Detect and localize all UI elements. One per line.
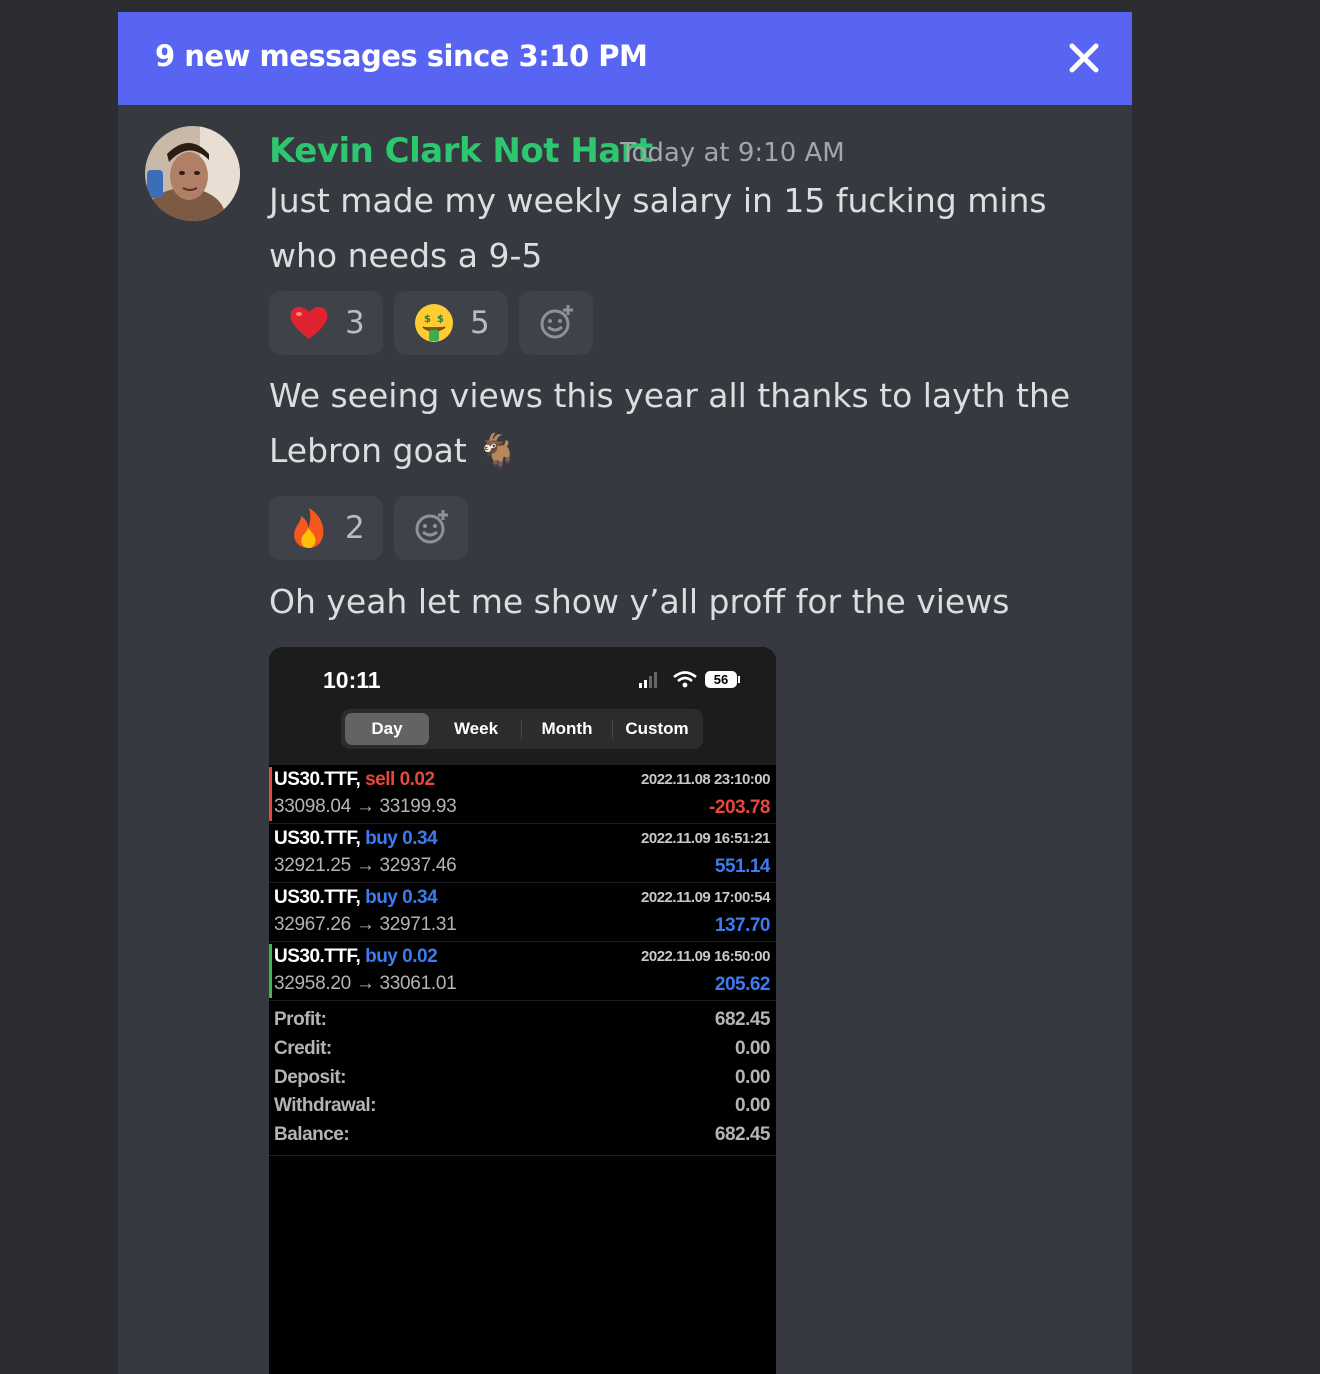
period-segmented-control: Day Week Month Custom	[341, 709, 703, 749]
summary-label: Deposit:	[274, 1067, 347, 1088]
message-text-2: We seeing views this year all thanks to …	[269, 376, 1071, 470]
trade-symbol: US30.TTF,	[274, 769, 361, 790]
summary-value: 682.45	[714, 1124, 771, 1145]
reaction-money-mouth[interactable]: $ $ 5	[394, 291, 508, 355]
tab-day[interactable]: Day	[345, 713, 429, 745]
phone-header: 10:11 56 Day Week Month Custom	[269, 647, 776, 765]
segment-divider	[521, 719, 522, 739]
summary-label: Withdrawal:	[274, 1095, 377, 1116]
trade-symbol-line: US30.TTF, buy 0.02	[274, 946, 438, 968]
tab-custom[interactable]: Custom	[613, 713, 701, 745]
summary-row-credit: Credit: 0.00	[269, 1038, 776, 1066]
summary-value: 0.00	[735, 1038, 770, 1059]
trade-row[interactable]: US30.TTF, buy 0.34 32921.25 → 32937.46 2…	[269, 824, 776, 883]
summary-divider	[269, 1155, 776, 1156]
summary-row-balance: Balance: 682.45	[269, 1124, 776, 1152]
summary-row-deposit: Deposit: 0.00	[269, 1067, 776, 1095]
attachment-image[interactable]: 10:11 56 Day Week Month Custom US30.TTF,…	[269, 647, 776, 1374]
svg-text:$: $	[424, 314, 431, 325]
trade-prices: 32958.20 → 33061.01	[274, 973, 457, 994]
summary-value: 682.45	[714, 1009, 771, 1030]
tab-month[interactable]: Month	[523, 713, 611, 745]
chat-panel: 9 new messages since 3:10 PM Kevin Clark…	[118, 12, 1132, 1374]
phone-status-icons: 56	[637, 669, 747, 696]
trade-result: -203.78	[709, 797, 770, 818]
new-messages-text: 9 new messages since 3:10 PM	[155, 39, 648, 73]
trade-symbol-line: US30.TTF, sell 0.02	[274, 769, 435, 791]
trade-symbol: US30.TTF,	[274, 828, 361, 849]
wifi-icon	[673, 671, 697, 688]
add-reaction-button[interactable]	[519, 291, 593, 355]
trade-row[interactable]: US30.TTF, sell 0.02 33098.04 → 33199.93 …	[269, 765, 776, 824]
battery-level: 56	[714, 672, 728, 687]
tab-week[interactable]: Week	[433, 713, 519, 745]
trade-indicator-bar	[269, 944, 272, 998]
trade-prices: 32967.26 → 32971.31	[274, 914, 457, 935]
add-reaction-icon	[415, 510, 448, 544]
message-timestamp: Today at 9:10 AM	[620, 138, 845, 168]
svg-text:$: $	[437, 314, 444, 325]
new-messages-banner[interactable]: 9 new messages since 3:10 PM	[118, 12, 1132, 105]
trade-symbol-line: US30.TTF, buy 0.34	[274, 887, 438, 909]
summary-row-withdrawal: Withdrawal: 0.00	[269, 1095, 776, 1123]
reaction-count: 2	[345, 510, 365, 546]
summary-row-profit: Profit: 682.45	[269, 1009, 776, 1037]
summary-label: Profit:	[274, 1009, 327, 1030]
trade-indicator-bar	[269, 767, 272, 821]
trade-date: 2022.11.09 17:00:54	[641, 889, 770, 906]
reaction-count: 5	[470, 305, 490, 341]
trade-side: buy 0.34	[365, 887, 438, 908]
trade-side: buy 0.34	[365, 828, 438, 849]
close-icon[interactable]	[1064, 38, 1104, 78]
trade-symbol: US30.TTF,	[274, 887, 361, 908]
message-text-1: Just made my weekly salary in 15 fucking…	[269, 181, 1047, 275]
trade-date: 2022.11.08 23:10:00	[641, 771, 770, 788]
reaction-heart[interactable]: 3	[269, 291, 383, 355]
trade-row[interactable]: US30.TTF, buy 0.34 32967.26 → 32971.31 2…	[269, 883, 776, 942]
add-reaction-icon	[540, 305, 573, 339]
add-reaction-button[interactable]	[394, 496, 468, 560]
trade-result: 551.14	[714, 856, 771, 877]
trade-side: sell 0.02	[365, 769, 435, 790]
trade-result: 205.62	[714, 974, 771, 995]
heart-icon	[290, 306, 328, 339]
trade-date: 2022.11.09 16:51:21	[641, 830, 770, 847]
phone-clock: 10:11	[323, 667, 381, 693]
trade-symbol-line: US30.TTF, buy 0.34	[274, 828, 438, 850]
reaction-fire[interactable]: 2	[269, 496, 383, 560]
summary-value: 0.00	[735, 1095, 770, 1116]
author-name[interactable]: Kevin Clark Not Hart	[269, 131, 653, 171]
trade-prices: 32921.25 → 32937.46	[274, 855, 457, 876]
summary-label: Credit:	[274, 1038, 332, 1059]
trade-symbol: US30.TTF,	[274, 946, 361, 967]
trade-prices: 33098.04 → 33199.93	[274, 796, 457, 817]
summary-value: 0.00	[735, 1067, 770, 1088]
trade-side: buy 0.02	[365, 946, 438, 967]
summary-label: Balance:	[274, 1124, 350, 1145]
avatar[interactable]	[145, 126, 240, 221]
reaction-count: 3	[345, 305, 365, 341]
trade-row[interactable]: US30.TTF, buy 0.02 32958.20 → 33061.01 2…	[269, 942, 776, 1001]
message-text-3: Oh yeah let me show y’all proff for the …	[269, 582, 1010, 621]
money-mouth-face-icon: $ $	[415, 304, 453, 342]
trade-result: 137.70	[714, 915, 771, 936]
trade-date: 2022.11.09 16:50:00	[641, 948, 770, 965]
fire-icon	[294, 508, 324, 548]
signal-icon	[639, 672, 657, 688]
